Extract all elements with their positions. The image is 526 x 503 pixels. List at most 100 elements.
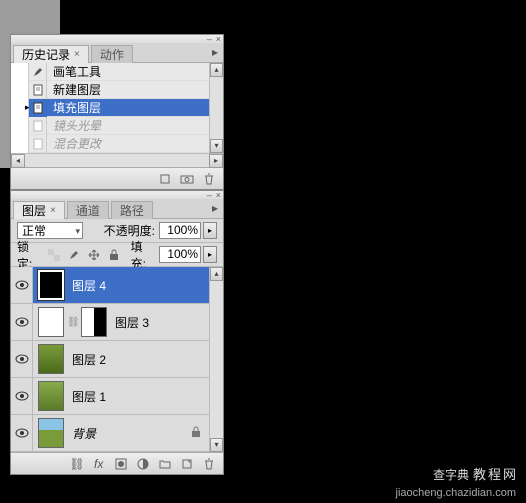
watermark-main: 查字典 [433,468,469,482]
history-icon-col [29,117,47,135]
lock-position-icon[interactable] [86,246,102,264]
lock-all-icon[interactable] [106,246,122,264]
scroll-up-button[interactable]: ▴ [210,63,223,77]
scrollbar-vertical[interactable]: ▴ ▾ [209,63,223,153]
layer-row[interactable]: 图层 1 [11,378,209,415]
visibility-toggle[interactable] [11,304,33,340]
document-icon [31,119,45,133]
layer-name[interactable]: 图层 2 [72,351,106,368]
layers-titlebar: – × [11,191,223,199]
layers-footer: ⛓ fx [11,452,223,474]
layer-row[interactable]: ⛓ 图层 3 [11,304,209,341]
mask-link-icon[interactable]: ⛓ [67,317,77,328]
visibility-toggle[interactable] [11,415,33,451]
history-icon-col [29,99,47,117]
visibility-toggle[interactable] [11,341,33,377]
history-footer [11,167,223,189]
fill-control: 100% ▸ [159,246,217,263]
lock-fill-row: 锁定: 填充: 100% ▸ [11,243,223,267]
snapshot-col: ▸ [11,99,29,117]
tab-actions[interactable]: 动作 [91,45,133,63]
brush-icon [31,65,45,79]
scroll-down-button[interactable]: ▾ [210,438,223,452]
scroll-right-button[interactable]: ▸ [209,154,223,168]
visibility-toggle[interactable] [11,267,33,303]
watermark-sub: 教程网 [473,467,518,482]
trash-icon[interactable] [201,456,217,472]
layer-name[interactable]: 图层 1 [72,388,106,405]
layer-thumbnail[interactable] [38,381,64,411]
scroll-down-button[interactable]: ▾ [210,139,223,153]
fill-flyout-button[interactable]: ▸ [203,246,217,263]
tab-label: 图层 [22,202,46,219]
history-item-label: 混合更改 [47,135,101,152]
history-item[interactable]: 混合更改 [11,135,209,153]
link-layers-icon[interactable]: ⛓ [69,456,85,472]
scroll-up-button[interactable]: ▴ [210,267,223,281]
history-list: 画笔工具 新建图层 ▸ 填充图层 镜头光晕 [11,63,209,153]
snapshot-col [11,117,29,135]
layer-name[interactable]: 背景 [72,425,96,442]
fill-input[interactable]: 100% [159,246,201,263]
panel-menu-icon[interactable]: ▸ [207,199,223,218]
history-item[interactable]: ▸ 填充图层 [11,99,209,117]
scroll-left-button[interactable]: ◂ [11,154,25,168]
layer-name[interactable]: 图层 3 [115,314,149,331]
history-content: 画笔工具 新建图层 ▸ 填充图层 镜头光晕 [11,63,223,153]
create-document-icon[interactable] [157,171,173,187]
lock-transparency-icon[interactable] [45,246,61,264]
history-titlebar: – × [11,35,223,43]
layer-thumbnail[interactable] [38,344,64,374]
layer-thumbnail[interactable] [38,418,64,448]
tab-label: 路径 [120,202,144,219]
blend-opacity-row: 正常 不透明度: 100% ▸ [11,219,223,243]
scrollbar-horizontal[interactable]: ◂ ▸ [11,153,223,167]
layer-row[interactable]: 背景 [11,415,209,452]
layer-thumbnail[interactable] [38,307,64,337]
close-icon[interactable]: × [74,49,80,60]
svg-text:fx: fx [94,458,104,470]
history-item-label: 填充图层 [47,99,101,116]
mask-thumbnail[interactable] [81,307,107,337]
layers-scroll-area: 图层 4 ⛓ 图层 3 图层 2 图层 1 [11,267,223,452]
new-snapshot-icon[interactable] [179,171,195,187]
history-item[interactable]: 新建图层 [11,81,209,99]
panel-menu-icon[interactable]: ▸ [207,43,223,62]
history-item[interactable]: 画笔工具 [11,63,209,81]
visibility-toggle[interactable] [11,378,33,414]
tab-history[interactable]: 历史记录× [13,45,89,63]
layer-row[interactable]: 图层 2 [11,341,209,378]
new-layer-icon[interactable] [179,456,195,472]
close-icon[interactable]: × [216,191,221,199]
layers-list: 图层 4 ⛓ 图层 3 图层 2 图层 1 [11,267,209,452]
layer-mask-icon[interactable] [113,456,129,472]
snapshot-col [11,81,29,99]
close-icon[interactable]: × [50,205,56,216]
watermark: 查字典教程网 [433,459,518,485]
minimize-icon[interactable]: – [207,191,212,199]
opacity-flyout-button[interactable]: ▸ [203,222,217,239]
layer-row[interactable]: 图层 4 [11,267,209,304]
lock-pixels-icon[interactable] [66,246,82,264]
scrollbar-vertical[interactable]: ▴ ▾ [209,267,223,452]
adjustment-layer-icon[interactable] [135,456,151,472]
layer-name[interactable]: 图层 4 [72,277,106,294]
document-icon [31,137,45,151]
tab-paths[interactable]: 路径 [111,201,153,219]
layer-style-icon[interactable]: fx [91,456,107,472]
close-icon[interactable]: × [216,35,221,43]
opacity-input[interactable]: 100% [159,222,201,239]
tab-layers[interactable]: 图层 × [13,201,65,219]
new-group-icon[interactable] [157,456,173,472]
blend-mode-select[interactable]: 正常 [17,222,83,239]
opacity-control: 100% ▸ [159,222,217,239]
history-icon-col [29,63,47,81]
history-item[interactable]: 镜头光晕 [11,117,209,135]
history-item-label: 画笔工具 [47,63,101,80]
layer-thumbnail[interactable] [38,270,64,300]
opacity-label: 不透明度: [104,222,155,239]
history-item-label: 镜头光晕 [47,117,101,134]
trash-icon[interactable] [201,171,217,187]
minimize-icon[interactable]: – [207,35,212,43]
tab-channels[interactable]: 通道 [67,201,109,219]
